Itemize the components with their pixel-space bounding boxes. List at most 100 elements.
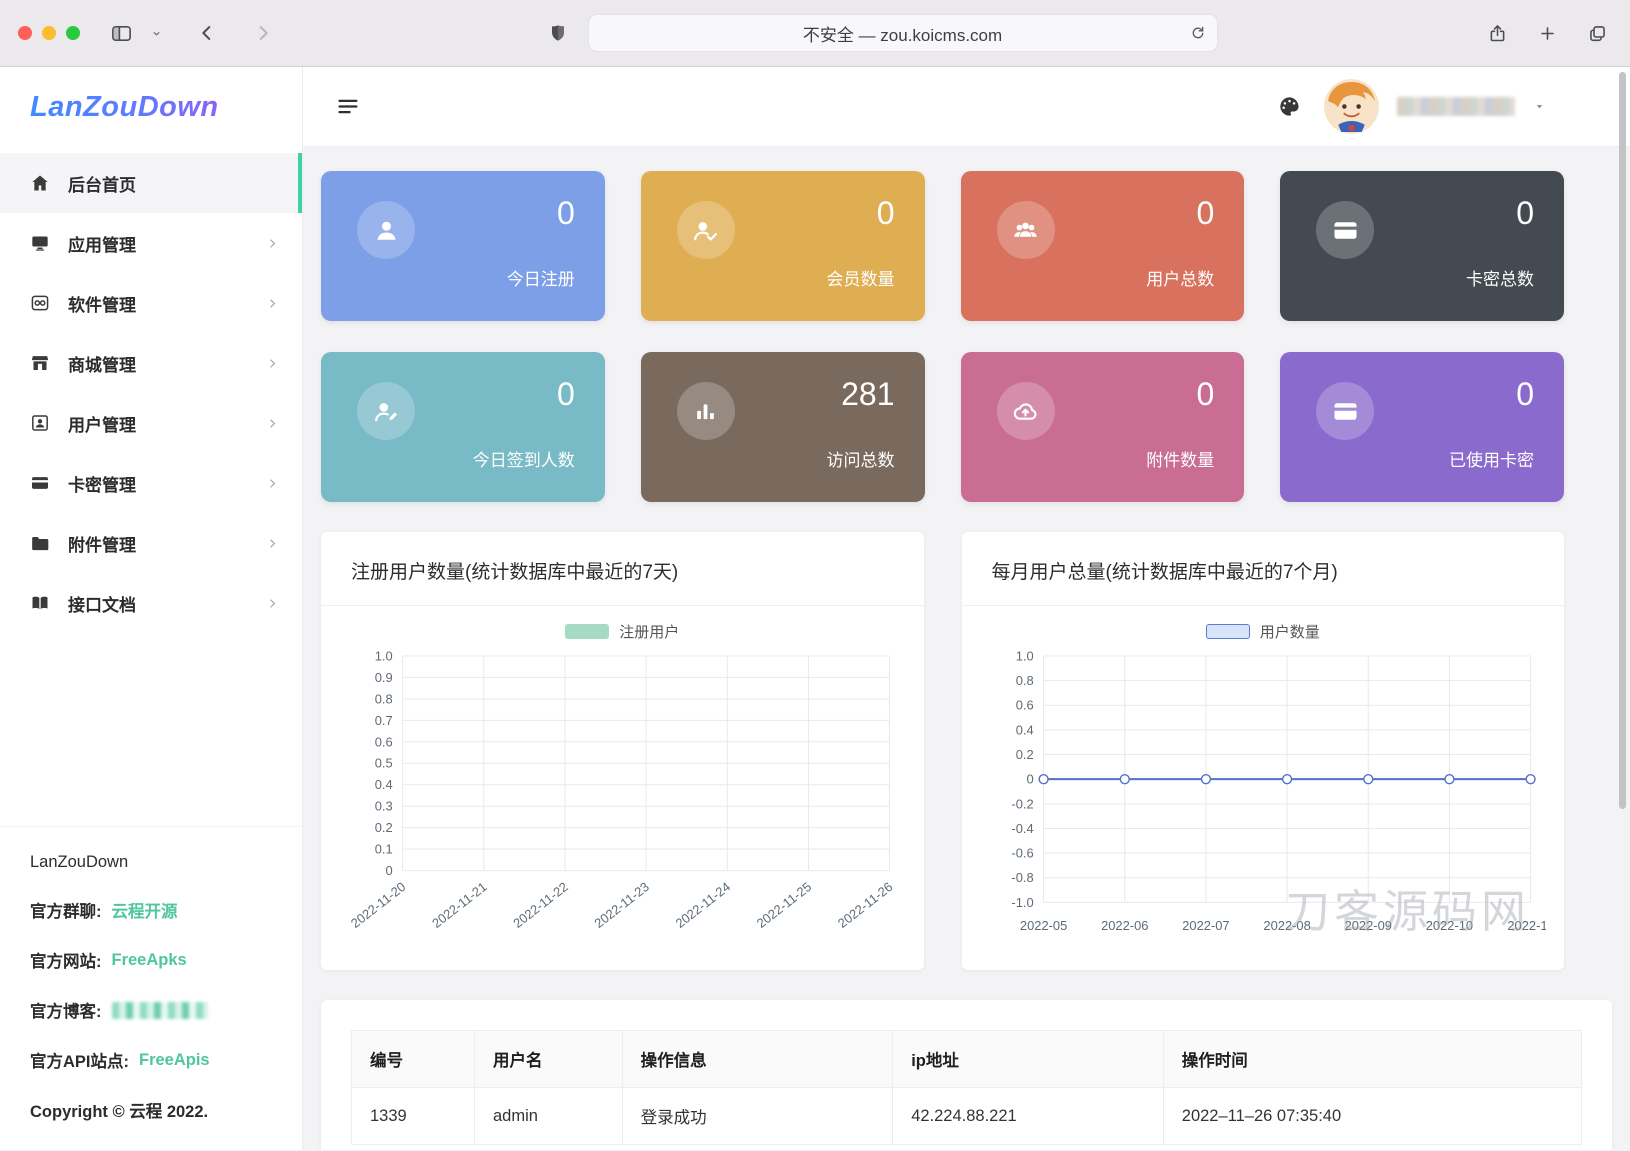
table-header-operation: 操作信息 (621, 1030, 894, 1089)
legend-label[interactable]: 注册用户 (619, 621, 679, 642)
svg-text:2022-11-26: 2022-11-26 (835, 879, 896, 931)
official-api-link[interactable]: FreeApis (139, 1051, 210, 1070)
address-bar[interactable]: 不安全 — zou.koicms.com (587, 14, 1218, 52)
tab-overview-icon[interactable] (1583, 19, 1612, 48)
username-redacted[interactable] (1397, 97, 1515, 116)
line-chart-monthly-users: -1.0 -0.8 -0.6 -0.4 -0.2 0 0.2 0.4 0.6 0.8 1.0 2022… (1011, 648, 1546, 933)
sidebar-item-dashboard[interactable]: 后台首页 (0, 153, 302, 213)
svg-text:0.7: 0.7 (375, 713, 393, 728)
sidebar-item-app-management[interactable]: 应用管理 (0, 213, 302, 273)
privacy-shield-icon[interactable] (544, 19, 572, 47)
stat-card-total-users: 0 用户总数 (960, 171, 1245, 321)
chevron-right-icon (265, 236, 280, 251)
sidebar-toggle-icon[interactable] (106, 18, 137, 49)
svg-text:2022-11-22: 2022-11-22 (510, 879, 571, 931)
operation-log-table: 编号 用户名 操作信息 ip地址 操作时间 1339 admin 登录成功 42 (351, 1030, 1583, 1146)
chevron-down-icon[interactable] (1533, 100, 1546, 113)
stat-label: 用户总数 (1146, 270, 1215, 289)
id-badge-icon (30, 413, 50, 433)
chart-legend[interactable]: 用户数量 (980, 618, 1547, 644)
collapse-menu-icon[interactable] (331, 89, 366, 124)
minimize-window-button[interactable] (42, 26, 56, 40)
app-logo-text: LanZouDown (30, 90, 219, 123)
sidebar-item-mall-management[interactable]: 商城管理 (0, 333, 302, 393)
table-header-ip: ip地址 (892, 1030, 1164, 1089)
official-site-link[interactable]: FreeApks (112, 951, 187, 970)
cell-username: admin (474, 1087, 623, 1146)
svg-text:0.6: 0.6 (375, 734, 393, 749)
svg-text:2022-05: 2022-05 (1019, 918, 1066, 933)
legend-label[interactable]: 用户数量 (1260, 621, 1320, 642)
svg-text:1.0: 1.0 (1015, 648, 1033, 663)
svg-text:2022-11-24: 2022-11-24 (673, 879, 734, 931)
sidebar-item-card-key-management[interactable]: 卡密管理 (0, 453, 302, 513)
svg-text:0.1: 0.1 (375, 842, 393, 857)
sidebar-item-api-docs[interactable]: 接口文档 (0, 573, 302, 633)
line-chart-daily-registrations: 0 0.1 0.2 0.3 0.4 0.5 0.6 0.7 0.8 0.9 1.0 2022-11-2… (348, 648, 896, 931)
chevron-right-icon (265, 536, 280, 551)
stats-grid: 0 今日注册 0 会员数量 0 用户总数 0 卡密总数 0 今日签到人数 281… (321, 171, 1564, 502)
stat-label: 卡密总数 (1466, 270, 1534, 289)
forward-button[interactable] (248, 18, 278, 48)
sidebar-item-label: 附件管理 (68, 535, 136, 555)
svg-text:-0.6: -0.6 (1011, 846, 1033, 861)
page-scrollbar[interactable] (1619, 72, 1626, 809)
close-window-button[interactable] (18, 26, 32, 40)
sidebar-item-label: 用户管理 (68, 415, 136, 435)
refresh-icon[interactable] (1189, 24, 1207, 42)
cell-id: 1339 (351, 1087, 475, 1146)
sidebar-item-attachment-management[interactable]: 附件管理 (0, 513, 302, 573)
credit-card-icon (1316, 201, 1375, 259)
table-row: 1339 admin 登录成功 42.224.88.221 2022–11–26… (351, 1087, 1583, 1146)
chevron-right-icon (265, 476, 280, 491)
footer-row-label: 官方API站点: (30, 1053, 129, 1071)
svg-text:2022-09: 2022-09 (1344, 918, 1391, 933)
share-icon[interactable] (1483, 19, 1512, 48)
legend-swatch[interactable] (1205, 623, 1250, 639)
browser-chrome: 不安全 — zou.koicms.com (0, 0, 1630, 67)
svg-text:2022-08: 2022-08 (1263, 918, 1310, 933)
infinity-icon (30, 293, 50, 313)
chart-panel-daily-registrations: 注册用户数量(统计数据库中最近的7天) 注册用户 0 0.1 0.2 0.3 0.4 0.… (321, 532, 924, 971)
home-icon (30, 173, 50, 193)
sidebar-item-software-management[interactable]: 软件管理 (0, 273, 302, 333)
sidebar-item-user-management[interactable]: 用户管理 (0, 393, 302, 453)
footer-row-label: 官方网站: (30, 953, 102, 971)
back-button[interactable] (192, 18, 222, 48)
theme-palette-icon[interactable] (1273, 90, 1306, 123)
sidebar-item-label: 后台首页 (68, 175, 136, 195)
official-blog-link-redacted[interactable] (111, 1001, 208, 1019)
zoom-window-button[interactable] (66, 26, 80, 40)
svg-text:0.8: 0.8 (1015, 673, 1033, 688)
app-logo[interactable]: LanZouDown (0, 67, 302, 147)
sidebar-item-label: 卡密管理 (68, 475, 136, 495)
chart-legend[interactable]: 注册用户 (339, 618, 906, 644)
panel-title: 注册用户数量(统计数据库中最近的7天) (321, 532, 924, 606)
stat-card-member-count: 0 会员数量 (640, 171, 925, 321)
new-tab-icon[interactable] (1534, 20, 1561, 47)
official-group-link[interactable]: 云程开源 (112, 898, 178, 922)
svg-text:0.5: 0.5 (375, 756, 393, 771)
stat-card-attachment-count: 0 附件数量 (960, 352, 1245, 502)
svg-text:0.4: 0.4 (375, 777, 393, 792)
stat-label: 附件数量 (1146, 451, 1215, 470)
stat-card-today-registrations: 0 今日注册 (321, 171, 605, 321)
credit-card-icon (30, 473, 50, 493)
stat-label: 今日注册 (506, 270, 575, 289)
svg-text:-0.2: -0.2 (1011, 796, 1033, 811)
book-icon (30, 593, 50, 613)
sidebar-item-label: 接口文档 (68, 595, 136, 615)
table-header-username: 用户名 (474, 1030, 623, 1089)
svg-text:0.3: 0.3 (375, 799, 393, 814)
tab-group-chevron-icon[interactable] (147, 24, 166, 43)
svg-text:0.2: 0.2 (1015, 747, 1033, 762)
cell-ip: 42.224.88.221 (892, 1087, 1164, 1146)
chevron-right-icon (265, 356, 280, 371)
stat-value: 0 (556, 376, 575, 412)
sidebar-item-label: 软件管理 (68, 295, 136, 315)
bar-chart-icon (676, 382, 735, 440)
legend-swatch[interactable] (565, 623, 610, 639)
stat-label: 会员数量 (826, 270, 895, 289)
stat-card-total-card-keys: 0 卡密总数 (1280, 171, 1564, 321)
user-avatar[interactable] (1324, 79, 1379, 134)
